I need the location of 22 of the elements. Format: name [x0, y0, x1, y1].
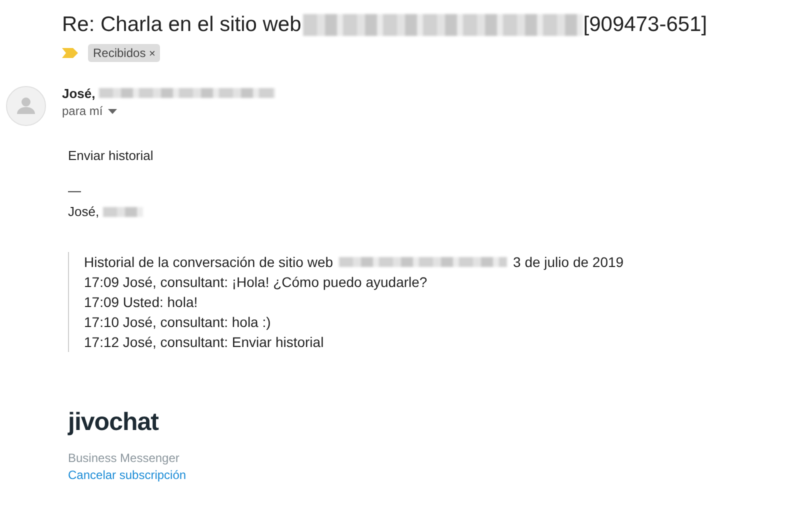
remove-label-button[interactable]: × [149, 48, 156, 60]
jivochat-logo: jivochat [68, 408, 160, 437]
redaction-drawing [103, 206, 144, 216]
signature-name: José, [68, 204, 100, 219]
history-heading: Historial de la conversación de sitio web [84, 254, 334, 270]
unsubscribe-link[interactable]: Cancelar subscripción [68, 468, 186, 482]
chat-line: 17:12 José, consultant: Enviar historial [84, 333, 325, 352]
chat-line: 17:09 José, consultant: ¡Hola! ¿Cómo puedo ayudarle? [84, 273, 428, 292]
history-date: 3 de julio de 2019 [513, 254, 624, 270]
importance-marker-icon[interactable] [62, 48, 78, 58]
label-chip[interactable]: Recibidos × [88, 44, 160, 62]
chat-line: 17:09 Usted: hola! [84, 293, 199, 312]
message-text: Enviar historial [68, 148, 154, 163]
tagline: Business Messenger [68, 451, 180, 465]
caret-icon [108, 108, 117, 114]
sender-name: José, [62, 86, 96, 100]
email-subject: Re: Charla en el sitio web [62, 13, 302, 37]
signature-separator: — [68, 183, 82, 198]
avatar-icon [6, 86, 46, 126]
ticket-number: [909473-651] [583, 13, 708, 37]
chat-line: 17:10 José, consultant: hola :) [84, 313, 272, 332]
recipient-dropdown[interactable]: para mí [62, 104, 117, 118]
